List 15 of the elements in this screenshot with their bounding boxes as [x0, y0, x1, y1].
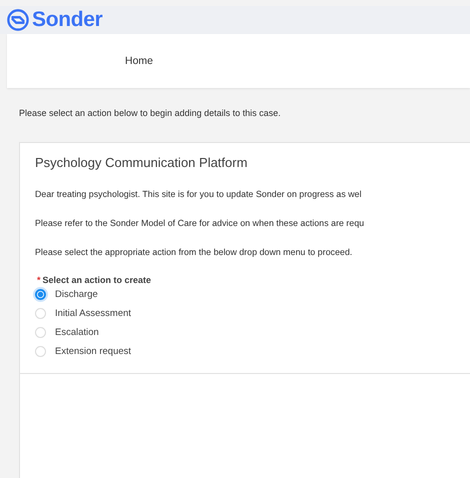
logo-icon [7, 9, 29, 31]
paragraph: Please select the appropriate action from the below drop down menu to proceed. [35, 247, 354, 257]
radio-button[interactable] [35, 289, 46, 300]
intro-text: Please select an action below to begin adding details to this case. [19, 108, 282, 120]
option-label[interactable]: Discharge [55, 289, 98, 300]
option-label[interactable]: Extension request [55, 346, 132, 357]
brand-name: Sonder [32, 8, 103, 32]
paragraph: Dear treating psychologist. This site is for you to update Sonder on progress as wel [35, 189, 362, 199]
required-mark: * [37, 275, 41, 285]
field-label: Select an action to create [42, 275, 152, 285]
nav-link[interactable]: Home [125, 55, 154, 67]
card-title: Psychology Communication Platform [34, 154, 248, 170]
option-label[interactable]: Initial Assessment [55, 308, 132, 319]
paragraph: Please refer to the Sonder Model of Care for advice on when these actions are requ [35, 218, 366, 228]
option-label[interactable]: Escalation [55, 327, 99, 338]
